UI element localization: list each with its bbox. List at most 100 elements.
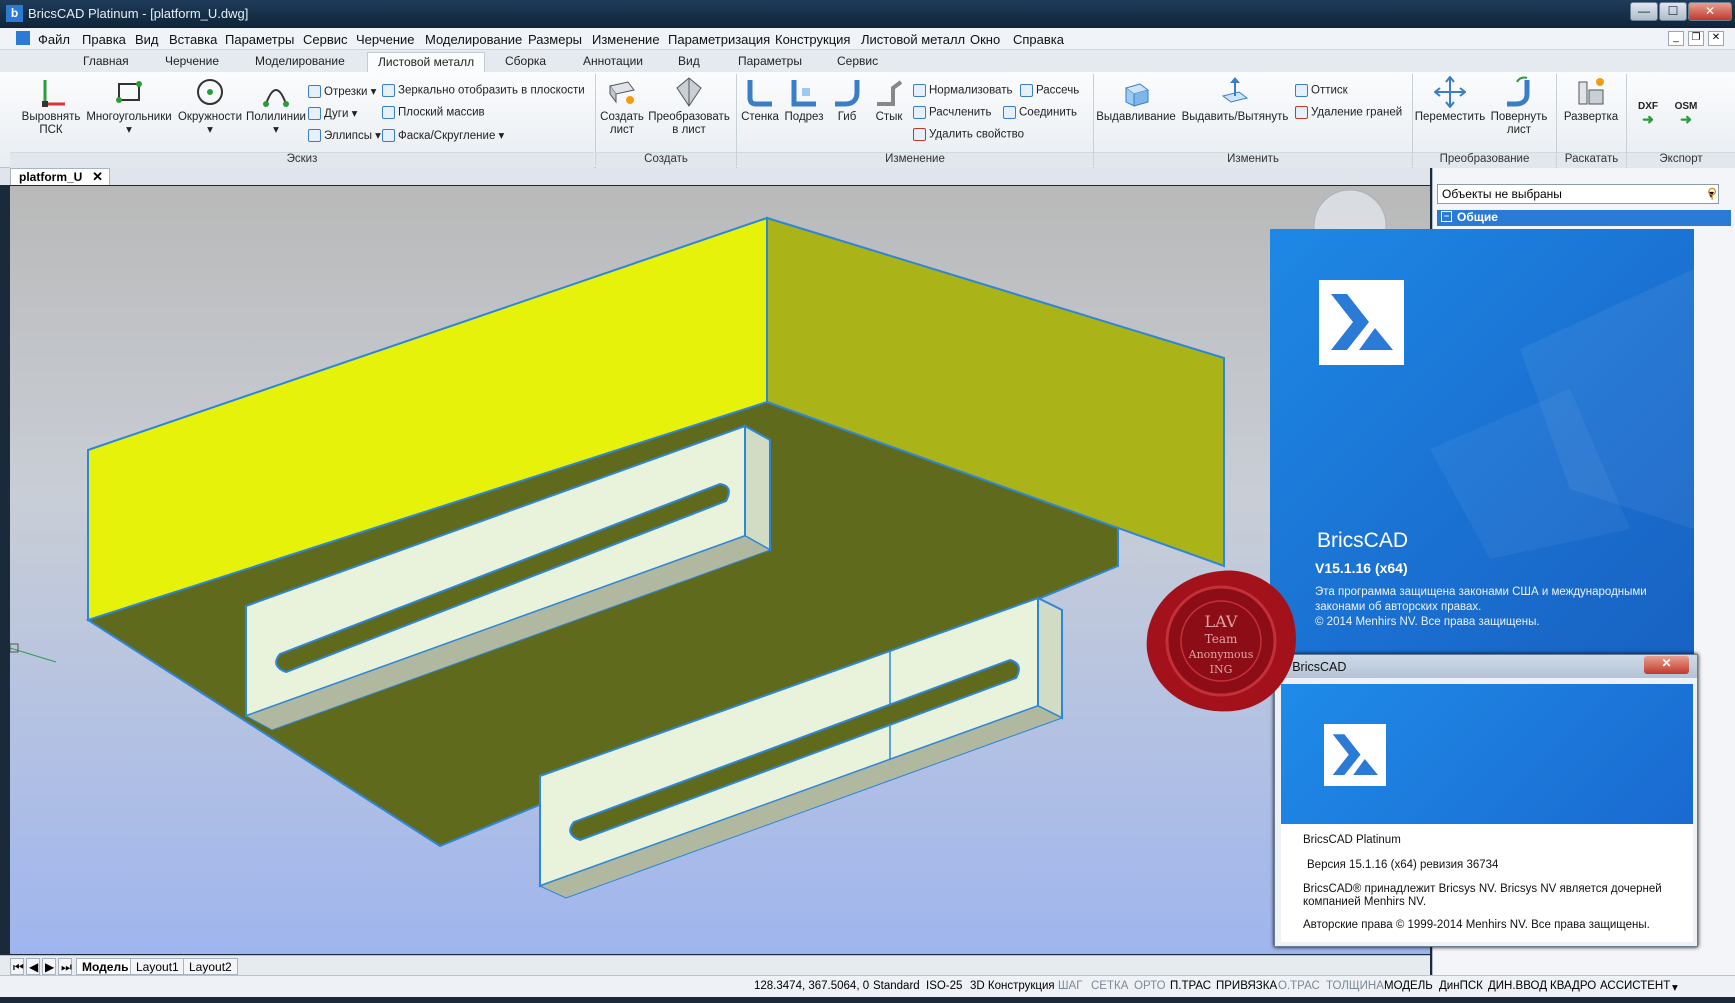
close-tab-icon[interactable]: ✕ — [92, 169, 103, 185]
tab-model-space[interactable]: Модель — [76, 958, 135, 975]
tab-model[interactable]: Моделирование — [255, 54, 345, 68]
menu-sheetmetal[interactable]: Листовой металл — [861, 32, 965, 47]
mirror-icon — [382, 84, 395, 97]
menu-parametric[interactable]: Параметризация — [668, 32, 770, 47]
toggle-otrack[interactable]: О.ТРАС — [1278, 980, 1320, 992]
tab-layout2[interactable]: Layout2 — [183, 958, 238, 975]
svg-text:Team: Team — [1205, 632, 1238, 646]
tab-view[interactable]: Вид — [678, 54, 700, 68]
menu-tools[interactable]: Сервис — [303, 32, 348, 47]
relief-button[interactable]: Подрез — [782, 76, 826, 124]
close-button[interactable]: ✕ — [1688, 2, 1732, 21]
status-bar: 128.3474, 367.5064, 0 Standard ISO-25 3D… — [0, 975, 1735, 997]
delete-property-button[interactable]: Удалить свойство — [913, 128, 1024, 141]
chamfer-icon — [382, 129, 395, 143]
menu-edit[interactable]: Правка — [82, 32, 126, 47]
export-dxf-button[interactable]: DXF ➜ — [1630, 100, 1666, 128]
imprint-button[interactable]: Оттиск — [1295, 84, 1348, 97]
about-close-button[interactable]: ✕ — [1644, 656, 1689, 674]
minimize-button[interactable]: — — [1630, 2, 1658, 21]
circles-button[interactable]: Окружности ▾ — [176, 76, 244, 137]
doc-icon[interactable] — [16, 31, 30, 45]
menu-model[interactable]: Моделирование — [425, 32, 522, 47]
menu-settings[interactable]: Параметры — [225, 32, 294, 47]
menu-view[interactable]: Вид — [135, 32, 159, 47]
status-menu-icon[interactable]: ▾ — [1672, 980, 1678, 994]
menu-window[interactable]: Окно — [970, 32, 1000, 47]
export-osm-button[interactable]: OSM ➜ — [1668, 100, 1704, 128]
flat-array-button[interactable]: Плоский массив — [382, 106, 485, 119]
menu-dimensions[interactable]: Размеры — [528, 32, 582, 47]
toggle-grid[interactable]: СЕТКА — [1091, 980, 1128, 992]
ellipses-button[interactable]: Эллипсы ▾ — [308, 128, 381, 143]
tab-annotations[interactable]: Аннотации — [583, 54, 643, 68]
tab-assembly[interactable]: Сборка — [505, 54, 546, 68]
toggle-osnap[interactable]: ПРИВЯЗКА — [1216, 980, 1277, 992]
bend-button[interactable]: Гиб — [826, 76, 868, 124]
menu-draw[interactable]: Черчение — [356, 32, 415, 47]
prev-layout-icon[interactable]: ◀ — [26, 958, 40, 975]
mdi-restore[interactable]: ❐ — [1688, 31, 1704, 46]
menu-insert[interactable]: Вставка — [169, 32, 217, 47]
selection-dropdown[interactable]: Объекты не выбраны ▾ — [1437, 184, 1719, 204]
group-modify: Изменение — [737, 152, 1093, 168]
wall-button[interactable]: Стенка — [738, 76, 782, 124]
menu-file[interactable]: Файл — [38, 32, 70, 47]
polylines-button[interactable]: Полилинии ▾ — [245, 76, 307, 137]
first-layout-icon[interactable]: ⏮ — [10, 958, 24, 975]
text-style[interactable]: Standard — [873, 980, 920, 992]
toggle-lineweight[interactable]: ТОЛЩИНА — [1326, 980, 1384, 992]
rip-button[interactable]: Рассечь — [1020, 84, 1079, 97]
arcs-button[interactable]: Дуги ▾ — [308, 106, 357, 121]
rotate-sheet-button[interactable]: Повернуть лист — [1486, 76, 1552, 137]
toggle-dyn[interactable]: ДИН.ВВОД — [1488, 980, 1547, 992]
connect-icon — [1003, 106, 1016, 119]
convert-to-sheet-button[interactable]: Преобразовать в лист — [648, 76, 730, 137]
toggle-ortho[interactable]: ОРТО — [1134, 980, 1166, 992]
tab-layout1[interactable]: Layout1 — [130, 958, 185, 975]
mirror-button[interactable]: Зеркально отобразить в плоскости — [382, 84, 585, 97]
document-tab[interactable]: platform_U ✕ — [10, 168, 110, 185]
toggle-snap[interactable]: ШАГ — [1058, 980, 1082, 992]
connect-button[interactable]: Соединить — [1003, 106, 1077, 119]
extrude-button[interactable]: Выдавливание — [1096, 76, 1176, 124]
align-ucs-button[interactable]: Выровнять ПСК — [20, 76, 82, 137]
joint-button[interactable]: Стык — [868, 76, 910, 124]
toggle-model[interactable]: МОДЕЛЬ — [1384, 980, 1433, 992]
window-title: BricsCAD Platinum - [platform_U.dwg] — [28, 6, 249, 21]
maximize-button[interactable]: ☐ — [1659, 2, 1687, 21]
tab-sheetmetal[interactable]: Листовой металл — [367, 52, 486, 74]
segments-button[interactable]: Отрезки ▾ — [308, 84, 376, 99]
toggle-quad[interactable]: КВАДРО — [1550, 980, 1596, 992]
menu-construction[interactable]: Конструкция — [775, 32, 850, 47]
menu-help[interactable]: Справка — [1013, 32, 1064, 47]
filter-icon[interactable]: ⚲ — [1707, 185, 1717, 202]
unfold-icon — [1578, 78, 1604, 105]
chamfer-button[interactable]: Фаска/Скругление ▾ — [382, 128, 504, 143]
tab-service[interactable]: Сервис — [837, 54, 878, 68]
tab-parameters[interactable]: Параметры — [738, 54, 802, 68]
section-general[interactable]: − Общие — [1437, 210, 1731, 226]
toggle-assistant[interactable]: АССИСТЕНТ — [1600, 980, 1670, 992]
toggle-ducs[interactable]: ДинПСК — [1439, 980, 1483, 992]
last-layout-icon[interactable]: ⏭ — [58, 958, 72, 975]
mdi-close[interactable]: ✕ — [1708, 31, 1724, 46]
workspace[interactable]: 3D Конструкция — [970, 980, 1055, 992]
next-layout-icon[interactable]: ▶ — [42, 958, 56, 975]
create-sheet-button[interactable]: Создать лист — [597, 76, 647, 137]
mdi-minimize[interactable]: _ — [1668, 31, 1684, 46]
tab-draw[interactable]: Черчение — [165, 54, 219, 68]
menu-modify[interactable]: Изменение — [592, 32, 660, 47]
pushpull-button[interactable]: Выдавить/Вытянуть — [1180, 76, 1290, 124]
app-icon[interactable]: b — [6, 5, 23, 22]
toggle-polar[interactable]: П.ТРАС — [1170, 980, 1211, 992]
dim-style[interactable]: ISO-25 — [926, 980, 962, 992]
move-button[interactable]: Переместить — [1414, 76, 1486, 124]
delete-faces-button[interactable]: Удаление граней — [1295, 106, 1402, 119]
tab-home[interactable]: Главная — [83, 54, 129, 68]
unfold-button[interactable]: Развертка — [1558, 76, 1624, 124]
polygons-button[interactable]: Многоугольники ▾ — [85, 76, 173, 137]
normalize-button[interactable]: Нормализовать — [913, 84, 1012, 97]
split-button[interactable]: Расчленить — [913, 106, 991, 119]
extrude-icon — [1124, 83, 1150, 107]
